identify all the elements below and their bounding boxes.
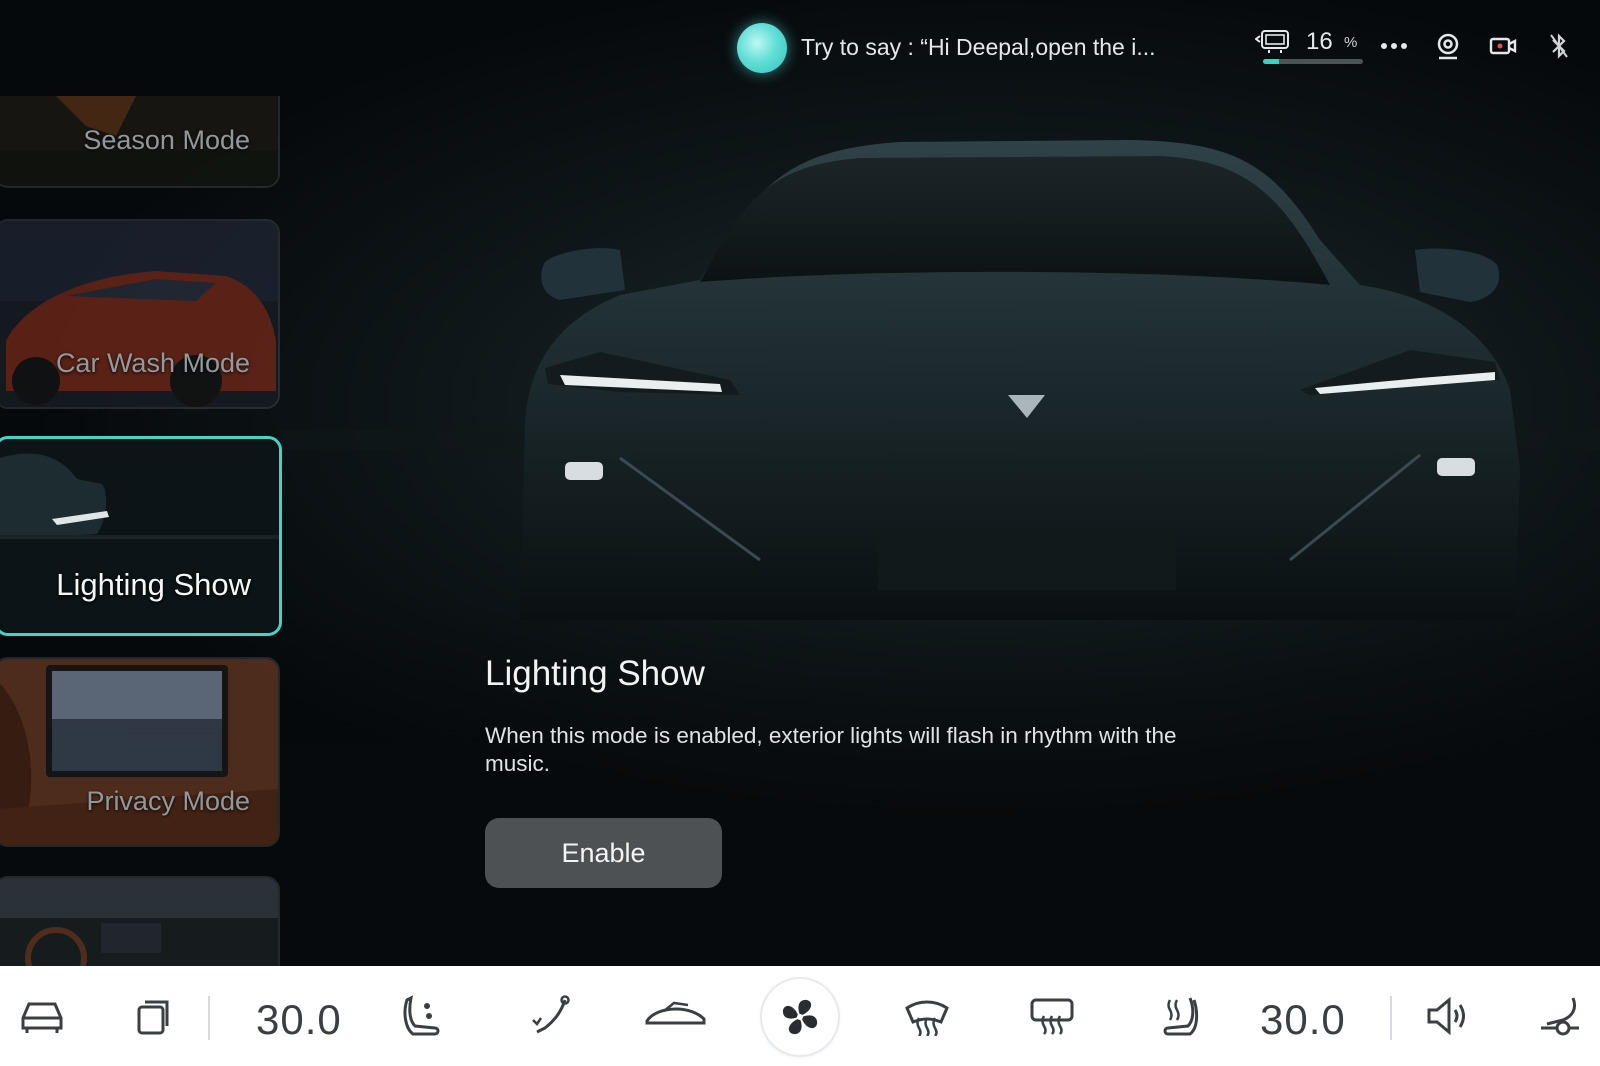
car-wash-mode-thumbnail xyxy=(0,221,278,407)
volume-icon[interactable] xyxy=(1420,990,1476,1042)
bluetooth-icon[interactable] xyxy=(1543,30,1575,62)
mode-card-season[interactable]: Season Mode xyxy=(0,96,280,188)
camera-icon[interactable] xyxy=(1432,30,1464,62)
front-defrost-icon[interactable] xyxy=(899,990,955,1042)
passenger-temperature[interactable]: 30.0 xyxy=(1260,996,1346,1044)
seat-recline-icon[interactable] xyxy=(523,990,579,1042)
dock-divider xyxy=(208,996,210,1040)
mode-card-car-wash[interactable]: Car Wash Mode xyxy=(0,219,280,409)
mode-card-lighting-show[interactable]: Lighting Show xyxy=(0,436,282,636)
fan-icon xyxy=(782,999,818,1035)
status-bar: Try to say : “Hi Deepal,open the i... 16… xyxy=(0,0,1600,96)
voice-assistant-orb[interactable] xyxy=(737,23,787,73)
climate-dock: 30.0 30.0 xyxy=(0,966,1600,1066)
seat-heat-icon[interactable] xyxy=(1150,990,1206,1042)
privacy-mode-thumbnail xyxy=(0,659,278,845)
driver-temperature[interactable]: 30.0 xyxy=(256,996,342,1044)
mode-label: Season Mode xyxy=(83,125,250,155)
mode-label: Lighting Show xyxy=(56,567,251,602)
fan-button[interactable] xyxy=(762,979,838,1055)
battery-unit: % xyxy=(1344,34,1358,51)
mode-title: Lighting Show xyxy=(485,654,705,693)
battery-level-fill xyxy=(1263,59,1279,64)
lighting-show-thumbnail xyxy=(0,439,279,633)
steering-heat-icon[interactable] xyxy=(1532,990,1588,1042)
rear-defrost-icon[interactable] xyxy=(1024,990,1080,1042)
dashcam-icon[interactable] xyxy=(1487,30,1519,62)
windows-icon[interactable] xyxy=(125,990,181,1042)
seat-massage-icon[interactable] xyxy=(395,990,451,1042)
mode-description: When this mode is enabled, exterior ligh… xyxy=(485,723,1177,776)
mode-label: Car Wash Mode xyxy=(55,348,250,378)
voice-hint-text: Try to say : “Hi Deepal,open the i... xyxy=(801,34,1156,60)
car-profile-icon[interactable] xyxy=(641,990,711,1042)
enable-button[interactable]: Enable xyxy=(485,818,722,888)
battery-level-bar xyxy=(1263,59,1363,64)
battery-icon xyxy=(1255,30,1289,53)
dock-divider xyxy=(1390,996,1392,1040)
battery-percentage: 16 xyxy=(1306,28,1333,55)
more-icon[interactable] xyxy=(1378,30,1410,62)
mode-label: Privacy Mode xyxy=(86,786,250,816)
mode-card-privacy[interactable]: Privacy Mode xyxy=(0,657,280,847)
car-icon[interactable] xyxy=(14,990,70,1042)
